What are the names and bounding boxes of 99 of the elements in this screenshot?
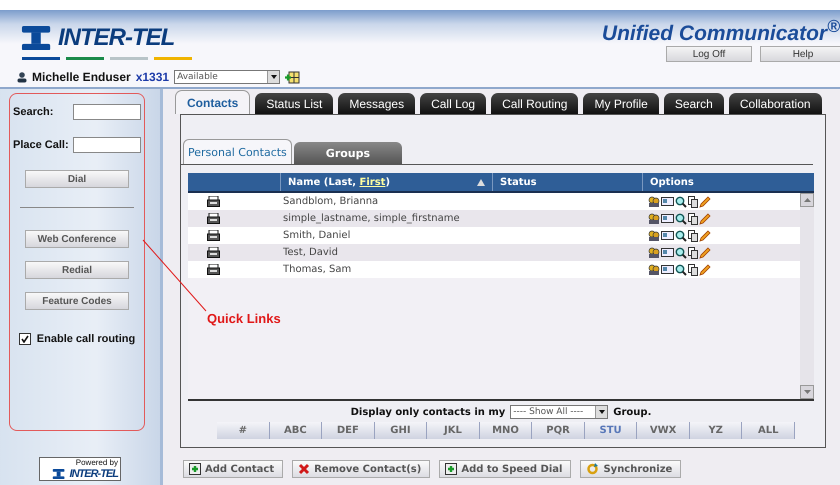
field-label: Search: [13,106,54,118]
field-label: Place Call: [13,139,69,151]
table-cell-text: Test, David [282,247,339,258]
copy-icon[interactable] [688,196,698,208]
letter-filter[interactable]: # [217,422,270,439]
dial-button[interactable]: Dial [25,170,129,188]
header-button[interactable]: Help [760,46,840,62]
letter-filter[interactable]: DEF [322,422,375,439]
phone-icon [207,213,220,224]
filter-label: Display only contacts in my [350,406,506,418]
group-dropdown[interactable]: ---- Show All ---- [510,405,608,419]
table-cell-text: Sandblom, Brianna [282,196,380,207]
user-name: Michelle Enduser [32,70,131,84]
checkbox-label: Enable call routing [36,333,136,345]
column-header[interactable]: Name (Last, First) [288,176,390,188]
tab[interactable]: Contacts [175,90,250,114]
action-button[interactable]: Add to Speed Dial [439,460,572,478]
search-icon[interactable] [675,196,687,208]
action-button[interactable]: Synchronize [580,460,682,478]
scrollbar[interactable] [800,193,814,401]
phone-icon [207,196,220,207]
sync-icon [586,463,600,475]
delete-icon [298,463,310,475]
scroll-up-icon[interactable] [804,198,810,202]
tab[interactable]: My Profile [583,93,659,114]
tab[interactable]: Collaboration [728,93,822,114]
sub-tab[interactable]: Groups [294,142,402,164]
scroll-down-icon[interactable] [804,390,810,394]
tab[interactable]: Status List [255,93,334,114]
tab[interactable]: Call Routing [491,93,578,114]
pencil-icon[interactable] [699,212,711,224]
table-cell-text: Smith, Daniel [282,230,352,241]
quick-link-button[interactable]: Redial [25,261,129,279]
tab[interactable]: Call Log [420,93,486,114]
table-cell-text: simple_lastname, simple_firstname [282,213,461,224]
add-grid-icon[interactable] [285,70,300,84]
card-icon[interactable] [661,230,674,240]
annotation-label: Quick Links [207,311,281,326]
card-icon[interactable] [661,196,674,206]
pencil-icon[interactable] [699,264,711,276]
letter-filter[interactable]: ABC [270,422,322,439]
pencil-icon[interactable] [699,246,711,258]
search-icon[interactable] [675,246,687,258]
letter-filter[interactable]: ALL [742,422,796,439]
people-icon[interactable] [648,264,660,276]
copy-icon[interactable] [688,246,698,258]
input-field[interactable] [73,137,141,153]
phone-icon [207,230,220,241]
product-title: Unified Communicator$^{®}$ [602,16,840,46]
people-icon[interactable] [648,246,660,258]
letter-filter[interactable]: GHI [374,422,428,439]
column-header: Options [650,176,694,188]
input-field[interactable] [73,104,141,120]
people-icon[interactable] [648,212,660,224]
sort-link[interactable]: First [360,176,386,188]
tab[interactable]: Search [664,93,724,114]
phone-icon [207,247,220,258]
copy-icon[interactable] [688,264,698,276]
letter-filter[interactable]: PQR [532,422,585,439]
letter-filter[interactable]: STU [584,422,638,439]
letter-filter[interactable]: VWX [637,422,690,439]
pencil-icon[interactable] [699,196,711,208]
search-icon[interactable] [675,212,687,224]
status-dropdown[interactable]: Available [174,70,280,84]
people-icon[interactable] [648,230,660,242]
copy-icon[interactable] [688,230,698,242]
logo-icon [52,468,66,480]
sub-tab[interactable]: Personal Contacts [183,139,292,164]
caret-icon[interactable] [270,75,277,79]
letter-filter[interactable]: JKL [427,422,480,439]
letter-filter[interactable]: YZ [690,422,742,439]
powered-by-badge: Powered by INTER-TEL [39,457,121,481]
caret-icon[interactable] [598,410,605,414]
user-extension: x1331 [136,70,170,84]
column-header: Status [500,176,537,188]
copy-icon[interactable] [688,212,698,224]
card-icon[interactable] [661,246,674,258]
action-button[interactable]: Remove Contact(s) [292,460,430,478]
user-icon [17,72,27,82]
card-icon[interactable] [661,264,674,274]
logo-text: INTER-TEL [58,24,174,52]
action-button[interactable]: Add Contact [183,460,284,478]
tab[interactable]: Messages [338,93,416,114]
pencil-icon[interactable] [699,230,711,242]
filter-label: Group. [613,406,652,418]
search-icon[interactable] [675,230,687,242]
quick-link-button[interactable]: Feature Codes [25,292,129,310]
people-icon[interactable] [648,196,660,208]
quick-link-button[interactable]: Web Conference [25,230,129,248]
table-cell-text: Thomas, Sam [282,264,352,275]
letter-filter[interactable]: MNO [480,422,532,439]
add-icon [189,463,201,475]
add-icon [445,463,458,475]
phone-icon [207,264,220,275]
search-icon[interactable] [675,264,687,276]
header-button[interactable]: Log Off [666,46,752,62]
sort-ascending-icon[interactable] [477,178,485,186]
card-icon[interactable] [661,212,674,224]
checkbox[interactable] [18,333,31,345]
